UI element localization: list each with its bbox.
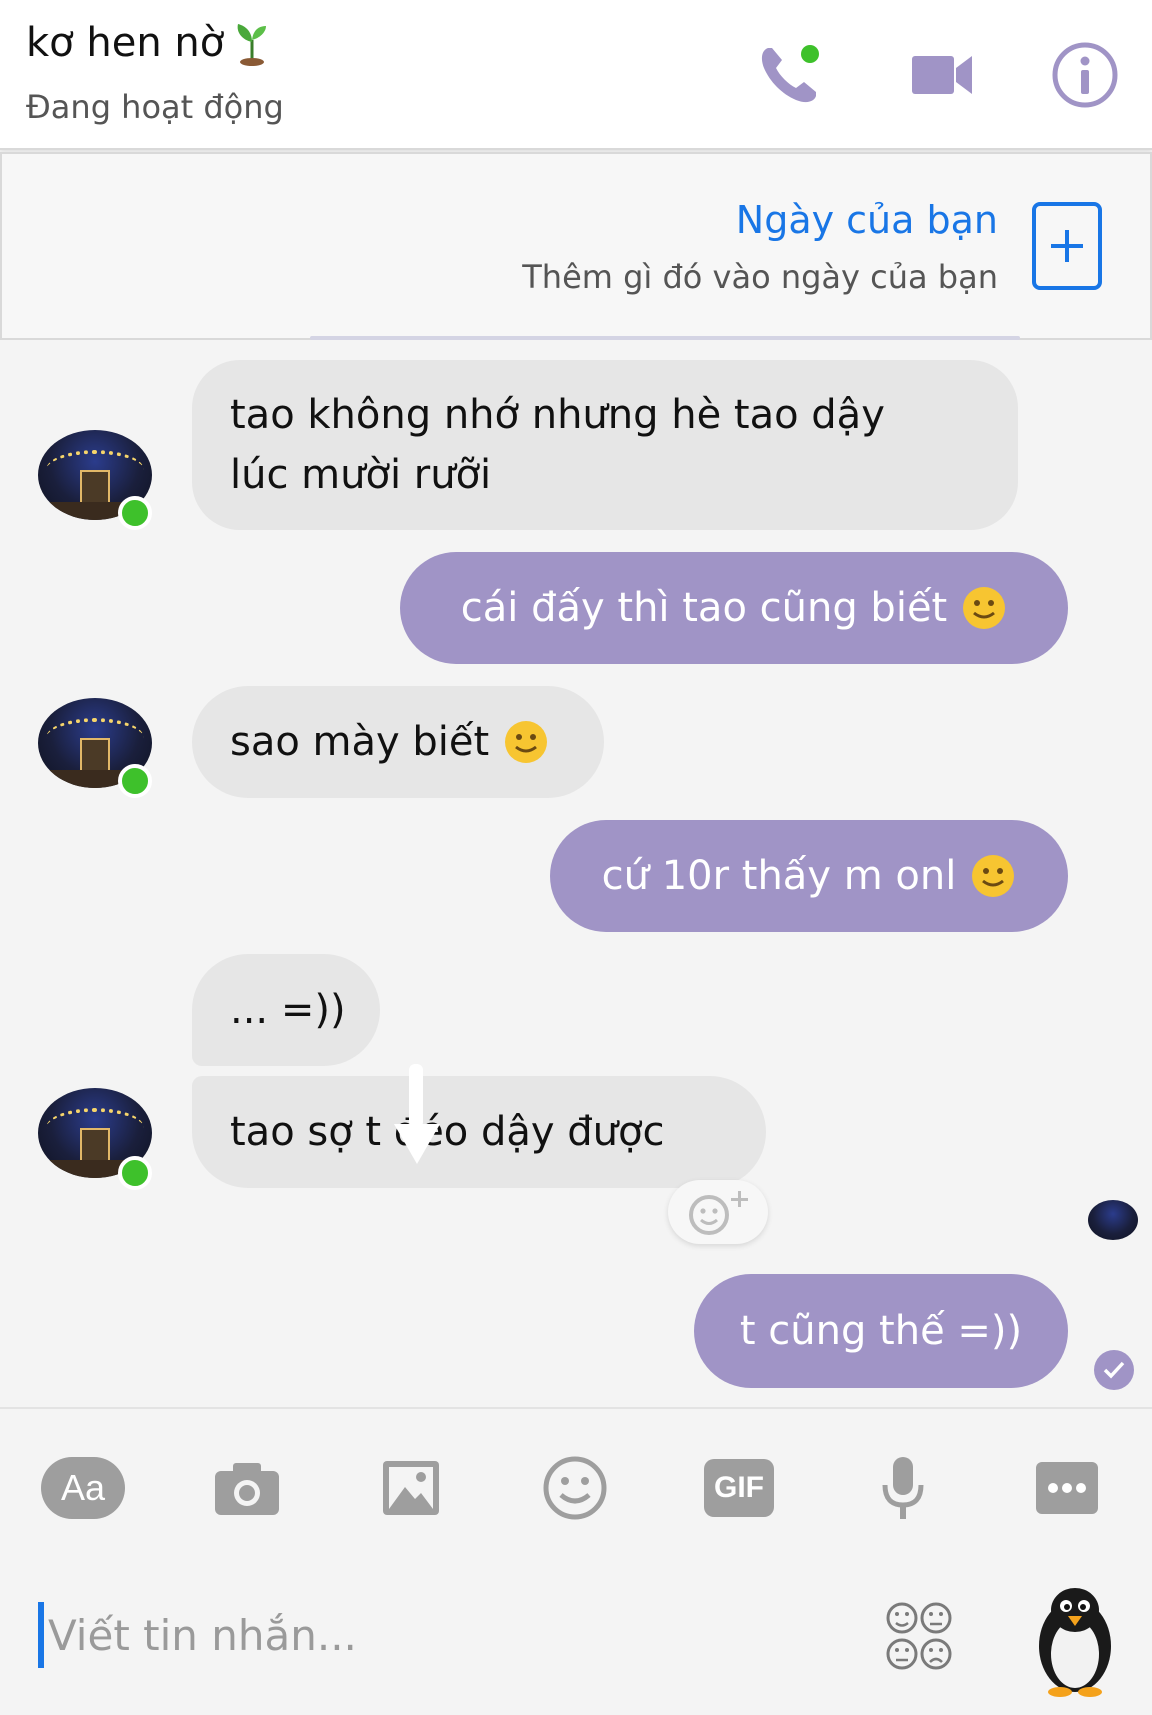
message-text: tao sợ t đéo dậy được [230,1109,665,1155]
add-to-day-button[interactable] [1032,202,1102,290]
seedling-icon [237,24,267,66]
gif-icon: GIF [704,1459,774,1517]
message-bubble-incoming[interactable]: tao không nhớ nhưng hè tao dậy lúc mười … [192,360,1018,530]
online-indicator [118,1156,152,1190]
message-text: t cũng thế =)) [739,1308,1023,1354]
message-text: ... =)) [230,987,346,1033]
my-day-banner[interactable]: Ngày của bạn Thêm gì đó vào ngày của bạn [0,152,1152,340]
text-size-button[interactable]: Aa [40,1452,126,1524]
more-options-button[interactable] [1024,1452,1110,1524]
info-icon[interactable] [1050,40,1120,110]
message-bubble-incoming[interactable]: ... =)) [192,954,380,1066]
message-bubble-incoming[interactable]: tao sợ t đéo dậy được [192,1076,766,1188]
my-day-subtitle: Thêm gì đó vào ngày của bạn [522,258,998,296]
more-icon [1036,1462,1098,1514]
add-reaction-icon [689,1191,748,1235]
active-status: Đang hoạt động [26,88,284,126]
slightly-smiling-face-icon [972,855,1015,897]
contact-name-text: kơ hen nờ [26,20,225,66]
emoji-icon [543,1456,607,1520]
gallery-icon [383,1461,439,1515]
my-day-title[interactable]: Ngày của bạn [736,198,998,242]
pointer-arrow-icon [394,1064,440,1164]
video-call-icon[interactable] [908,40,978,110]
message-bubble-incoming[interactable]: sao mày biết [192,686,604,798]
sticker-button-icon[interactable] [884,1598,954,1674]
contact-name[interactable]: kơ hen nờ [26,20,272,66]
gallery-button[interactable] [368,1452,454,1524]
message-text: sao mày biết [230,719,490,765]
scroll-indicator [310,336,1020,340]
seen-indicator-avatar [1088,1200,1138,1240]
gif-label: GIF [714,1471,764,1504]
online-indicator [118,764,152,798]
message-bubble-outgoing[interactable]: t cũng thế =)) [694,1274,1068,1388]
emoji-button[interactable] [532,1452,618,1524]
online-indicator [118,496,152,530]
slightly-smiling-face-icon [505,721,548,763]
delivered-check-icon [1094,1350,1134,1390]
voice-call-icon[interactable] [754,40,824,110]
plus-icon [1051,230,1083,262]
text-size-icon: Aa [41,1457,125,1519]
conversation-header: kơ hen nờ Đang hoạt động [0,0,1152,150]
composer-divider [0,1407,1152,1409]
message-text: cứ 10r thấy m onl [601,853,957,899]
composer-toolbar: Aa GIF [0,1410,1152,1560]
message-text: cái đấy thì tao cũng biết [460,585,948,631]
message-input[interactable] [38,1600,858,1670]
message-input-row [0,1560,1152,1715]
text-size-label: Aa [60,1467,106,1508]
camera-button[interactable] [204,1452,290,1524]
microphone-icon [882,1457,924,1519]
voice-record-button[interactable] [860,1452,946,1524]
add-reaction-button[interactable] [668,1180,768,1244]
slightly-smiling-face-icon [963,587,1006,629]
message-text: tao không nhớ nhưng hè tao dậy lúc mười … [230,392,885,498]
camera-icon [215,1463,279,1515]
gif-button[interactable]: GIF [696,1452,782,1524]
penguin-send-icon[interactable] [1030,1580,1120,1698]
message-bubble-outgoing[interactable]: cứ 10r thấy m onl [550,820,1068,932]
message-bubble-outgoing[interactable]: cái đấy thì tao cũng biết [400,552,1068,664]
